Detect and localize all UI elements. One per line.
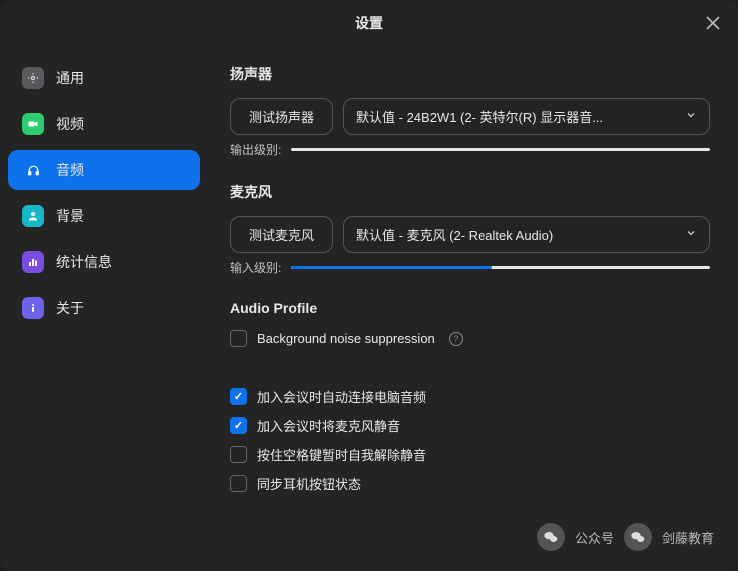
input-level-meter [291,266,710,269]
camera-icon [22,113,44,135]
chevron-down-icon [685,227,697,242]
wechat-icon [624,523,652,551]
audio-profile-heading: Audio Profile [230,300,710,316]
speaker-select-value: 默认值 - 24B2W1 (2- 英特尔(R) 显示器音... [356,107,603,126]
sync-headset-label: 同步耳机按钮状态 [257,474,361,493]
output-level-label: 输出级别: [230,141,281,158]
sidebar-item-about[interactable]: 关于 [8,288,200,328]
sidebar-item-statistics[interactable]: 统计信息 [8,242,200,282]
mute-on-join-label: 加入会议时将麦克风静音 [257,416,400,435]
chevron-down-icon [685,109,697,124]
user-icon [22,205,44,227]
info-icon [22,297,44,319]
mic-heading: 麦克风 [230,182,710,202]
input-level-label: 输入级别: [230,259,281,276]
watermark-label1: 公众号 [575,528,614,547]
sidebar-item-audio[interactable]: 音频 [8,150,200,190]
mic-select[interactable]: 默认值 - 麦克风 (2- Realtek Audio) [343,216,710,253]
sidebar-item-video[interactable]: 视频 [8,104,200,144]
settings-content: 扬声器 测试扬声器 默认值 - 24B2W1 (2- 英特尔(R) 显示器音..… [208,46,738,571]
test-speaker-button[interactable]: 测试扬声器 [230,98,333,135]
mic-select-value: 默认值 - 麦克风 (2- Realtek Audio) [356,225,553,244]
auto-connect-audio-checkbox[interactable] [230,388,247,405]
wechat-icon [537,523,565,551]
watermark: 公众号 剑藤教育 [537,523,714,551]
auto-connect-audio-label: 加入会议时自动连接电脑音频 [257,387,426,406]
mute-on-join-checkbox[interactable] [230,417,247,434]
sidebar-item-general[interactable]: 通用 [8,58,200,98]
sidebar: 通用 视频 音频 背景 [0,46,208,571]
window-title: 设置 [355,13,383,33]
titlebar: 设置 [0,0,738,46]
watermark-label2: 剑藤教育 [662,528,714,547]
headphones-icon [22,159,44,181]
speaker-select[interactable]: 默认值 - 24B2W1 (2- 英特尔(R) 显示器音... [343,98,710,135]
help-icon[interactable]: ? [449,332,463,346]
noise-suppression-label: Background noise suppression [257,331,435,346]
sync-headset-checkbox[interactable] [230,475,247,492]
close-icon [706,16,720,30]
input-level-fill [291,266,492,269]
gear-icon [22,67,44,89]
sidebar-item-label: 关于 [56,298,84,318]
spacebar-unmute-label: 按住空格键暂时自我解除静音 [257,445,426,464]
sidebar-item-label: 背景 [56,206,84,226]
sidebar-item-label: 音频 [56,160,84,180]
sidebar-item-label: 统计信息 [56,252,112,272]
sidebar-item-label: 通用 [56,68,84,88]
spacebar-unmute-checkbox[interactable] [230,446,247,463]
settings-window: 设置 通用 视频 音频 [0,0,738,571]
sidebar-item-label: 视频 [56,114,84,134]
test-mic-button[interactable]: 测试麦克风 [230,216,333,253]
output-level-meter [291,148,710,151]
sidebar-item-background[interactable]: 背景 [8,196,200,236]
close-button[interactable] [702,12,724,34]
speaker-heading: 扬声器 [230,64,710,84]
noise-suppression-checkbox[interactable] [230,330,247,347]
settings-body: 通用 视频 音频 背景 [0,46,738,571]
chart-icon [22,251,44,273]
